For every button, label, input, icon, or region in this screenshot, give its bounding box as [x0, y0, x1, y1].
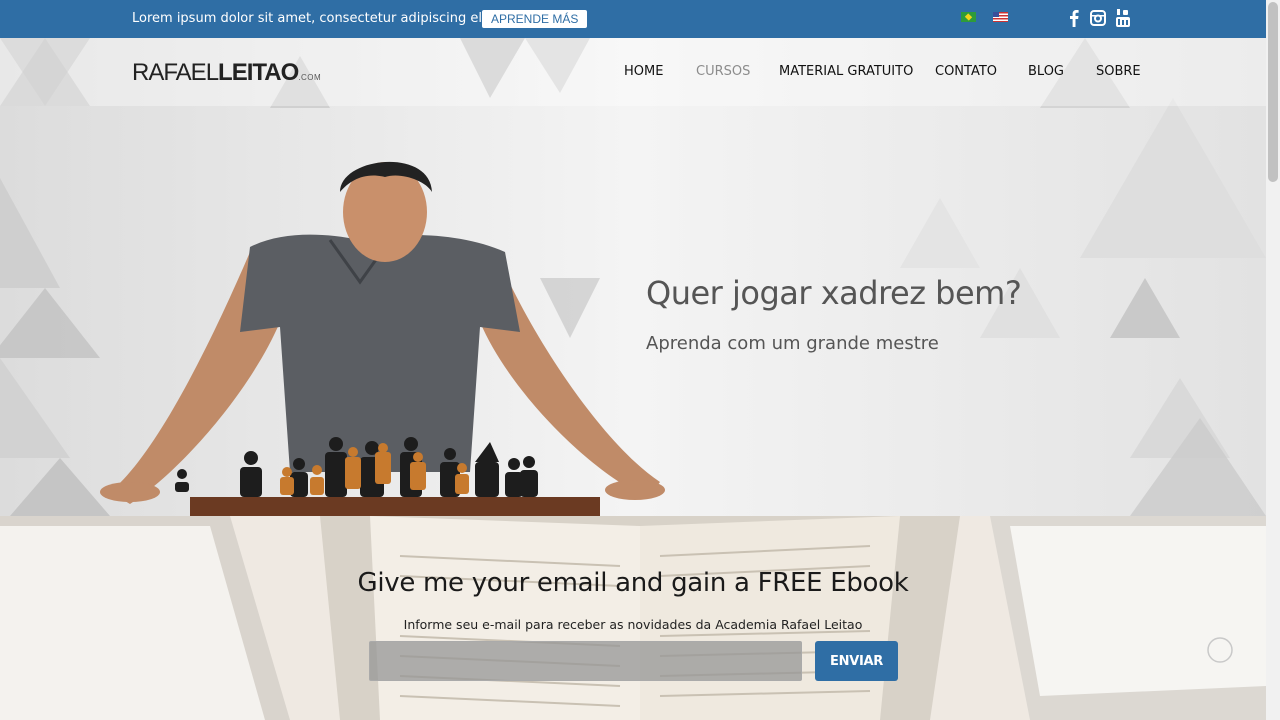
promo-text: Lorem ipsum dolor sit amet, consectetur … [132, 11, 522, 26]
facebook-icon[interactable] [1066, 8, 1082, 28]
promo-button[interactable]: APRENDE MÁS [482, 10, 588, 28]
signup-title: Give me your email and gain a FREE Ebook [357, 568, 909, 598]
email-input[interactable] [369, 641, 802, 681]
logo-part-rafael: RAFAEL [132, 59, 219, 86]
top-bar: Lorem ipsum dolor sit amet, consectetur … [0, 0, 1266, 38]
instagram-icon[interactable] [1090, 8, 1106, 28]
brazil-flag-icon[interactable] [961, 12, 976, 22]
nav-blog[interactable]: BLOG [1028, 64, 1064, 79]
youtube-icon[interactable] [1115, 8, 1131, 28]
nav-material-gratuito[interactable]: MATERIAL GRATUITO [779, 64, 913, 79]
chess-player-photo [100, 161, 665, 516]
hero-banner: Quer jogar xadrez bem? Aprenda com um gr… [0, 38, 1266, 516]
nav-cursos[interactable]: CURSOS [696, 64, 750, 79]
hero-title: Quer jogar xadrez bem? [646, 274, 1022, 312]
logo-suffix: .COM [298, 73, 322, 82]
logo-part-leitao: LEITAO [218, 59, 299, 86]
nav-home[interactable]: HOME [624, 64, 663, 79]
site-logo[interactable]: RAFAELLEITAO.COM [132, 61, 321, 90]
scrollbar-thumb[interactable] [1268, 2, 1278, 182]
us-flag-icon[interactable] [993, 12, 1008, 22]
page-scrollbar[interactable] [1266, 0, 1280, 720]
hero-subtitle: Aprenda com um grande mestre [646, 333, 939, 354]
send-button[interactable]: ENVIAR [815, 641, 898, 681]
signup-description: Informe seu e-mail para receber as novid… [403, 617, 863, 632]
nav-sobre[interactable]: SOBRE [1096, 64, 1141, 79]
nav-contato[interactable]: CONTATO [935, 64, 997, 79]
site-header: RAFAELLEITAO.COM HOME CURSOS MATERIAL GR… [0, 38, 1266, 106]
